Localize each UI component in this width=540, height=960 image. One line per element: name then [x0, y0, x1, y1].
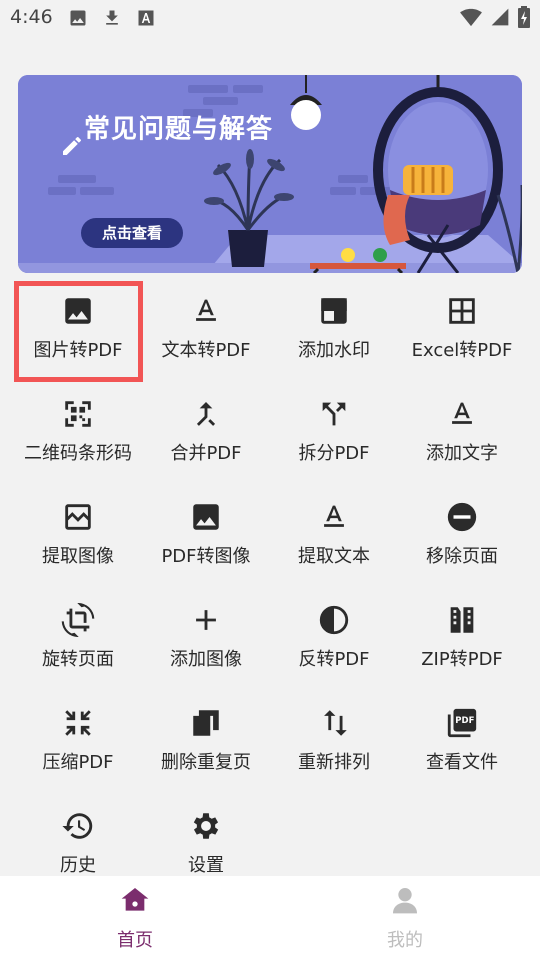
status-time: 4:46 [10, 6, 53, 28]
tool-label: 重新排列 [298, 752, 370, 773]
status-notification-icons [68, 8, 156, 28]
bottom-nav: 首页 我的 [0, 876, 540, 960]
tool-item[interactable]: 二维码条形码 [14, 385, 142, 488]
battery-icon [518, 6, 530, 28]
tool-item[interactable]: 合并PDF [142, 385, 270, 488]
plus-icon [189, 603, 223, 637]
qr-code-icon [61, 397, 95, 431]
view-faq-button[interactable]: 点击查看 [81, 218, 183, 248]
tool-label: 拆分PDF [298, 443, 370, 464]
signal-icon [490, 7, 510, 27]
tool-label: ZIP转PDF [421, 649, 503, 670]
nav-home-label: 首页 [117, 930, 153, 951]
tool-item[interactable]: 添加水印 [270, 282, 398, 385]
tool-label: 旋转页面 [42, 649, 114, 670]
faq-banner[interactable]: 常见问题与解答 点击查看 [18, 75, 522, 273]
history-icon [61, 809, 95, 843]
tool-label: 添加文字 [426, 443, 498, 464]
tool-label: 添加图像 [170, 649, 242, 670]
text-format-icon [445, 397, 479, 431]
home-icon [119, 884, 151, 920]
svg-text:PDF: PDF [455, 716, 474, 726]
selection-highlight [14, 281, 143, 382]
status-bar: 4:46 [0, 0, 540, 36]
wifi-icon [460, 7, 482, 27]
split-icon [317, 397, 351, 431]
tool-label: Excel转PDF [411, 340, 513, 361]
pdf-file-icon: PDF [445, 706, 479, 740]
banner-title: 常见问题与解答 [84, 114, 274, 145]
text-format-icon [189, 294, 223, 328]
tool-label: 添加水印 [298, 340, 370, 361]
tool-item[interactable]: 删除重复页 [142, 694, 270, 797]
tool-item[interactable]: Excel转PDF [398, 282, 526, 385]
download-icon [102, 8, 122, 28]
watermark-icon [317, 294, 351, 328]
tool-label: PDF转图像 [161, 546, 251, 567]
tool-label: 查看文件 [426, 752, 498, 773]
tool-item[interactable]: 压缩PDF [14, 694, 142, 797]
tool-item[interactable]: PDF 查看文件 [398, 694, 526, 797]
duplicate-pages-icon [189, 706, 223, 740]
tool-item[interactable]: 重新排列 [270, 694, 398, 797]
gear-icon [189, 809, 223, 843]
contrast-icon [317, 603, 351, 637]
tool-label: 提取文本 [298, 546, 370, 567]
tool-label: 压缩PDF [42, 752, 114, 773]
image-icon [68, 8, 88, 28]
tool-label: 删除重复页 [161, 752, 251, 773]
tool-label: 移除页面 [426, 546, 498, 567]
tool-item[interactable]: ZIP转PDF [398, 591, 526, 694]
swap-vertical-icon [317, 706, 351, 740]
nav-home[interactable]: 首页 [75, 884, 195, 952]
compress-icon [61, 706, 95, 740]
tool-item[interactable]: PDF转图像 [142, 488, 270, 591]
merge-icon [189, 397, 223, 431]
rotate-crop-icon [61, 603, 95, 637]
tool-item[interactable]: 拆分PDF [270, 385, 398, 488]
person-icon [389, 884, 421, 920]
tool-item[interactable]: 提取图像 [14, 488, 142, 591]
tool-item[interactable]: 移除页面 [398, 488, 526, 591]
zip-icon [445, 603, 479, 637]
tool-label: 文本转PDF [161, 340, 251, 361]
text-format-icon [317, 500, 351, 534]
tool-item[interactable]: 添加图像 [142, 591, 270, 694]
tool-item[interactable]: 文本转PDF [142, 282, 270, 385]
tool-label: 历史 [60, 855, 96, 876]
table-grid-icon [445, 294, 479, 328]
tool-item[interactable]: 旋转页面 [14, 591, 142, 694]
font-icon [136, 8, 156, 28]
image-icon [189, 500, 223, 534]
tool-label: 反转PDF [298, 649, 370, 670]
remove-circle-icon [445, 500, 479, 534]
nav-mine-label: 我的 [387, 930, 423, 951]
tool-label: 设置 [188, 855, 224, 876]
tool-label: 二维码条形码 [24, 443, 132, 464]
status-system-icons [460, 6, 530, 28]
tool-label: 提取图像 [42, 546, 114, 567]
nav-mine[interactable]: 我的 [345, 884, 465, 952]
tool-item[interactable]: 反转PDF [270, 591, 398, 694]
tool-label: 合并PDF [170, 443, 242, 464]
tool-item[interactable]: 提取文本 [270, 488, 398, 591]
pen-icon [60, 134, 84, 162]
tool-item[interactable]: 添加文字 [398, 385, 526, 488]
photo-wave-icon [61, 500, 95, 534]
